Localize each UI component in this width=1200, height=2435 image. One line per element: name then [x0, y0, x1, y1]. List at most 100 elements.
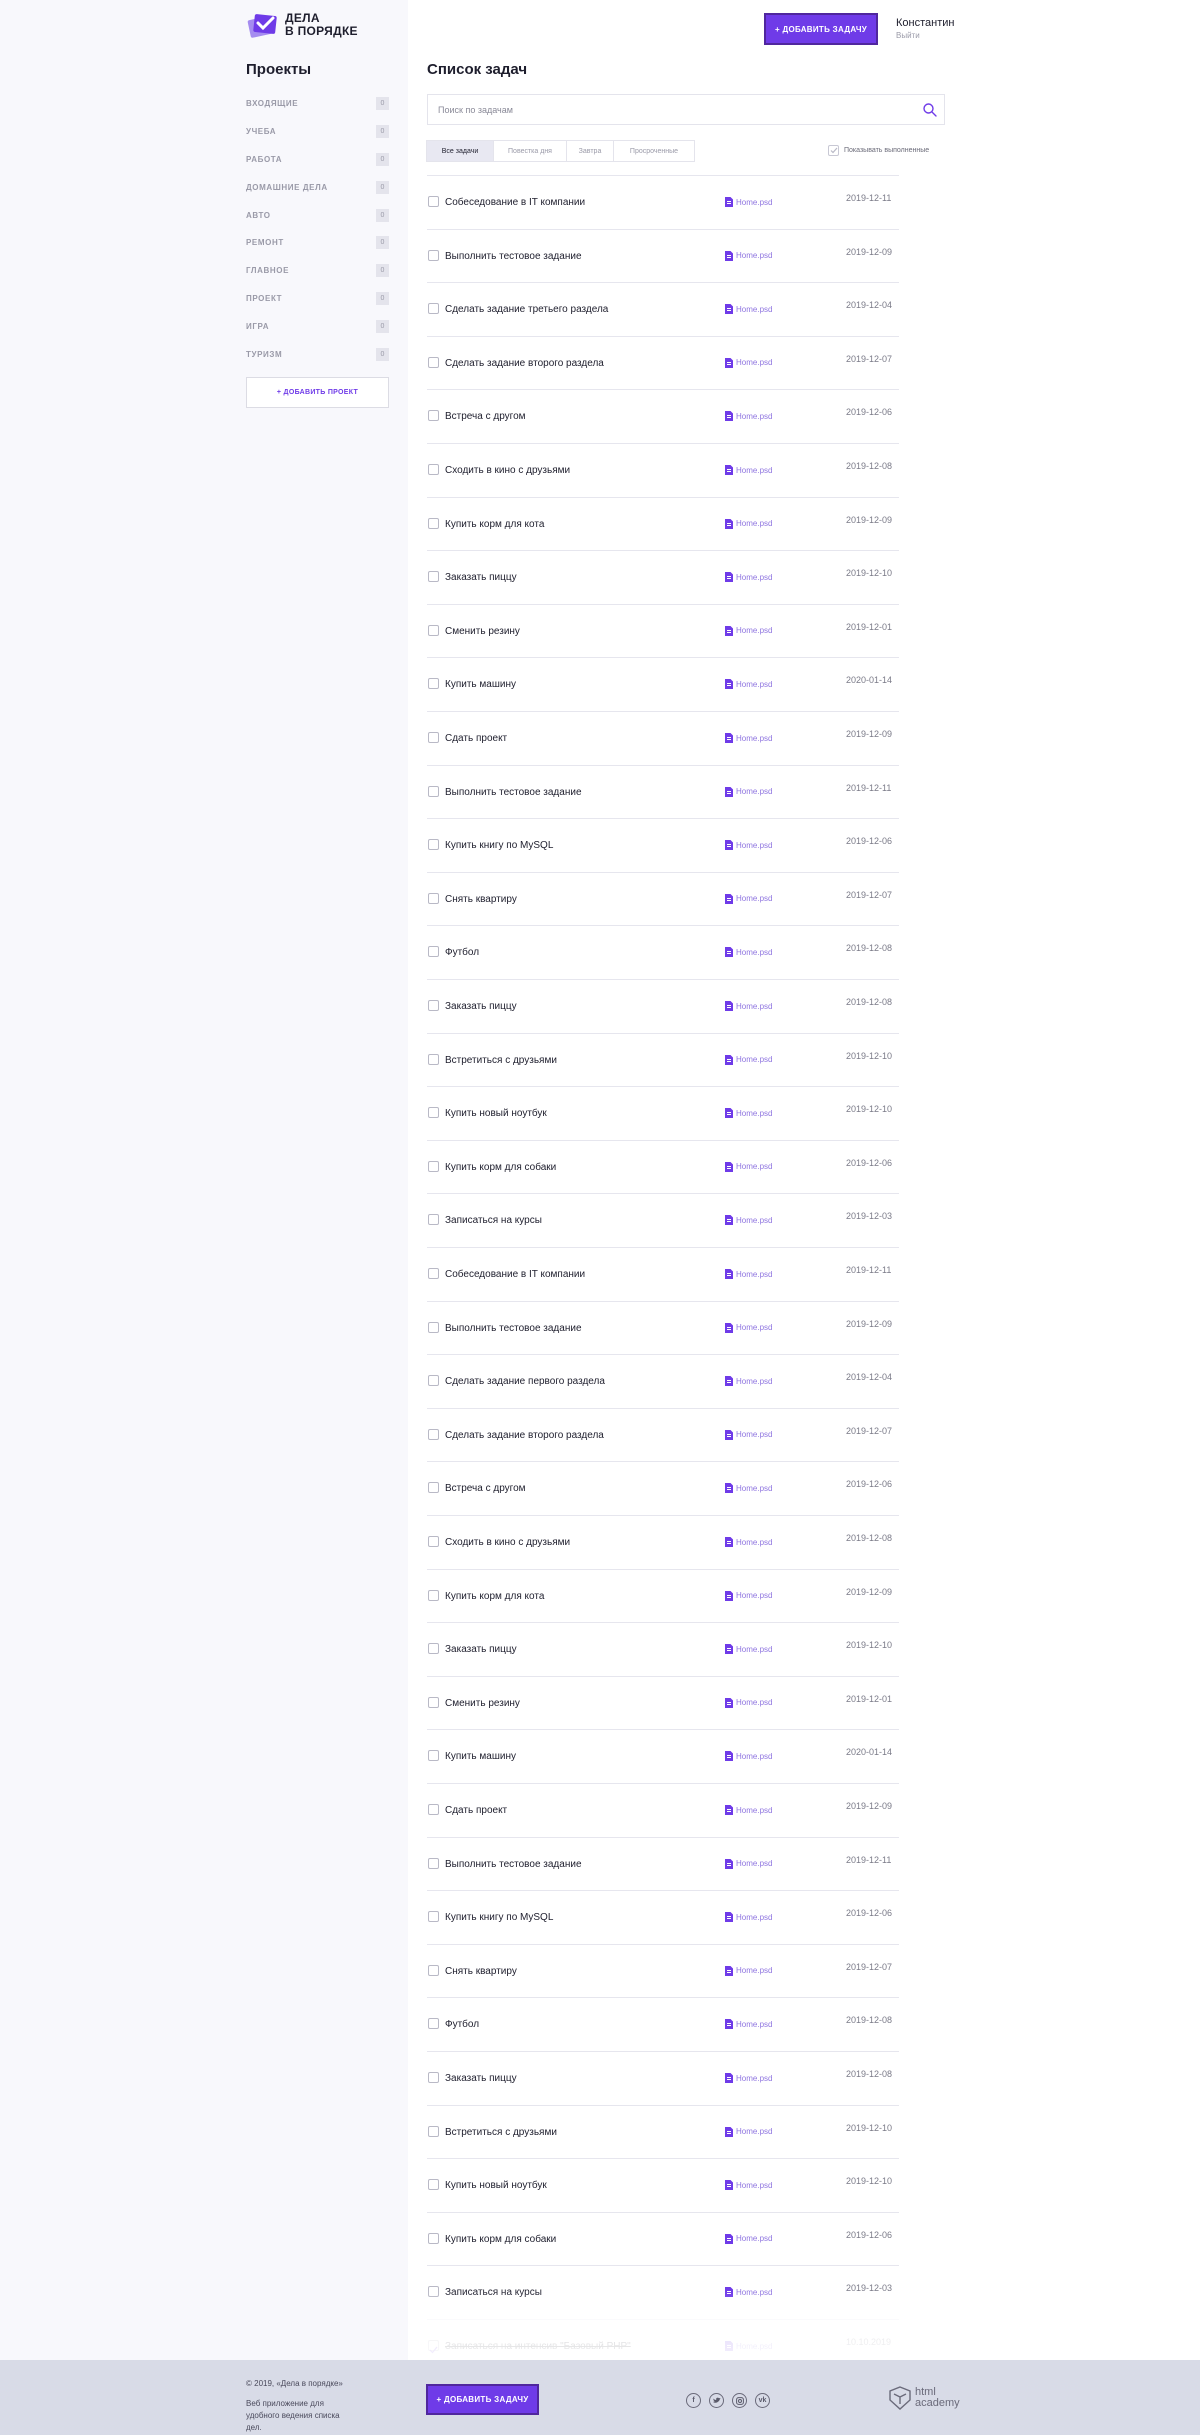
task-checkbox[interactable] — [428, 2018, 439, 2030]
task-checkbox[interactable] — [428, 2179, 439, 2191]
project-item-auto[interactable]: Авто 0 — [246, 201, 389, 229]
project-name[interactable]: Учеба — [246, 127, 276, 136]
task-row[interactable]: Сделать задание второго раздела Home.psd 2… — [427, 335, 899, 390]
task-file-link[interactable]: Home.psd — [725, 572, 772, 583]
project-name[interactable]: Туризм — [246, 350, 282, 359]
task-row[interactable]: Футбол Home.psd 2019-12-08 — [427, 1997, 899, 2051]
task-file-link[interactable]: Home.psd — [725, 1697, 772, 1708]
instagram-icon[interactable] — [732, 2393, 747, 2408]
task-row[interactable]: Записаться на курсы Home.psd 2019-12-03 — [427, 1193, 899, 1247]
task-checkbox[interactable] — [428, 1000, 439, 1011]
task-checkbox[interactable] — [428, 410, 439, 422]
task-file-link[interactable]: Home.psd — [725, 1483, 772, 1494]
task-row[interactable]: Встреча с другом Home.psd 2019-12-06 — [427, 389, 899, 443]
project-item-tourism[interactable]: Туризм 0 — [246, 340, 389, 368]
project-item-project[interactable]: Проект 0 — [246, 285, 389, 313]
task-checkbox[interactable] — [428, 1428, 439, 1440]
add-project-button[interactable]: + Добавить проект — [246, 377, 389, 408]
task-file-link[interactable]: Home.psd — [725, 357, 772, 368]
task-checkbox[interactable] — [428, 1536, 439, 1547]
task-file-link[interactable]: Home.psd — [725, 411, 772, 422]
task-row[interactable]: Выполнить тестовое задание Home.psd 2019-1… — [427, 1836, 899, 1891]
task-file-link[interactable]: Home.psd — [725, 1751, 772, 1762]
task-row[interactable]: Заказать пиццу Home.psd 2019-12-08 — [427, 979, 899, 1033]
task-file-link[interactable]: Home.psd — [725, 197, 772, 207]
project-item-game[interactable]: Игра 0 — [246, 312, 389, 340]
task-row[interactable]: Купить корм для кота Home.psd 2019-12-09 — [427, 1568, 899, 1623]
task-checkbox[interactable] — [428, 1804, 439, 1815]
task-file-link[interactable]: Home.psd — [725, 2073, 772, 2083]
task-file-link[interactable]: Home.psd — [725, 786, 772, 797]
project-item-main[interactable]: Главное 0 — [246, 257, 389, 285]
task-row[interactable]: Снять квартиру Home.psd 2019-12-07 — [427, 1943, 899, 1998]
project-name[interactable]: Главное — [246, 266, 289, 275]
task-file-link[interactable]: Home.psd — [725, 625, 772, 636]
twitter-icon[interactable] — [709, 2393, 724, 2408]
task-row[interactable]: Заказать пиццу Home.psd 2019-12-08 — [427, 2051, 899, 2105]
project-name[interactable]: Работа — [246, 155, 282, 164]
task-row[interactable]: Сделать задание второго раздела Home.psd 2… — [427, 1407, 899, 1462]
task-checkbox[interactable] — [428, 1375, 439, 1387]
task-checkbox[interactable] — [428, 2232, 439, 2244]
task-file-link[interactable]: Home.psd — [725, 1858, 772, 1869]
task-row[interactable]: Выполнить тестовое задание Home.psd 2019-1… — [427, 228, 899, 283]
search-icon[interactable] — [922, 102, 938, 118]
project-name[interactable]: Домашние дела — [246, 183, 328, 192]
task-file-link[interactable]: Home.psd — [725, 1537, 772, 1547]
task-checkbox[interactable] — [428, 196, 439, 207]
task-row[interactable]: Заказать пиццу Home.psd 2019-12-10 — [427, 1622, 899, 1676]
project-item-work[interactable]: Работа 0 — [246, 146, 389, 174]
task-row[interactable]: Купить корм для кота Home.psd 2019-12-09 — [427, 496, 899, 551]
task-file-link[interactable]: Home.psd — [725, 1644, 772, 1655]
task-row[interactable]: Встретиться с друзьями Home.psd 2019-12-10 — [427, 2104, 899, 2159]
task-row[interactable]: Сменить резину Home.psd 2019-12-01 — [427, 1675, 899, 1730]
task-checkbox[interactable] — [428, 1053, 439, 1065]
project-item-home[interactable]: Домашние дела 0 — [246, 173, 389, 201]
task-checkbox[interactable] — [428, 249, 439, 261]
task-file-link[interactable]: Home.psd — [725, 1429, 772, 1440]
task-checkbox[interactable] — [428, 1268, 439, 1279]
task-file-link[interactable]: Home.psd — [725, 1108, 772, 1119]
task-row[interactable]: Сходить в кино с друзьями Home.psd 2019-12… — [427, 443, 899, 497]
task-checkbox[interactable] — [428, 1107, 439, 1119]
task-file-link[interactable]: Home.psd — [725, 1054, 772, 1065]
task-checkbox[interactable] — [428, 839, 439, 851]
task-file-link[interactable]: Home.psd — [725, 2180, 772, 2191]
task-file-link[interactable]: Home.psd — [725, 1269, 772, 1279]
project-name[interactable]: Проект — [246, 294, 282, 303]
project-name[interactable]: Авто — [246, 211, 271, 220]
task-row[interactable]: Купить корм для собаки Home.psd 2019-12-06 — [427, 2211, 899, 2266]
task-checkbox[interactable] — [428, 1589, 439, 1601]
tab-agenda[interactable]: Повестка дня — [493, 140, 567, 162]
project-item-inbox[interactable]: Входящие 0 — [246, 90, 389, 118]
project-name[interactable]: Игра — [246, 322, 269, 331]
task-checkbox[interactable] — [428, 732, 439, 743]
task-file-link[interactable]: Home.psd — [725, 1322, 772, 1333]
task-file-link[interactable]: Home.psd — [725, 304, 772, 315]
task-checkbox[interactable] — [428, 785, 439, 797]
task-row[interactable]: Купить машину Home.psd 2020-01-14 — [427, 657, 899, 711]
task-row[interactable]: Купить книгу по MySQL Home.psd 2019-12-06 — [427, 1890, 899, 1944]
task-checkbox[interactable] — [428, 946, 439, 958]
task-row[interactable]: Заказать пиццу Home.psd 2019-12-10 — [427, 550, 899, 604]
task-checkbox[interactable] — [428, 571, 439, 583]
task-file-link[interactable]: Home.psd — [725, 947, 772, 958]
task-checkbox[interactable] — [428, 1750, 439, 1762]
tab-all-tasks[interactable]: Все задачи — [426, 140, 494, 162]
task-row[interactable]: Выполнить тестовое задание Home.psd 2019-1… — [427, 764, 899, 819]
task-row[interactable]: Снять квартиру Home.psd 2019-12-07 — [427, 871, 899, 926]
task-checkbox[interactable] — [428, 1857, 439, 1869]
vk-icon[interactable]: vk — [755, 2393, 770, 2408]
task-file-link[interactable]: Home.psd — [725, 1590, 772, 1601]
task-row[interactable]: Купить книгу по MySQL Home.psd 2019-12-06 — [427, 818, 899, 872]
facebook-icon[interactable]: f — [686, 2393, 701, 2408]
task-checkbox[interactable] — [428, 1160, 439, 1172]
project-name[interactable]: Ремонт — [246, 238, 284, 247]
task-checkbox[interactable] — [428, 1214, 439, 1226]
task-checkbox[interactable] — [428, 1911, 439, 1923]
task-row[interactable]: Встретиться с друзьями Home.psd 2019-12-10 — [427, 1032, 899, 1087]
task-checkbox[interactable] — [428, 1964, 439, 1976]
task-row[interactable]: Встреча с другом Home.psd 2019-12-06 — [427, 1461, 899, 1515]
task-checkbox[interactable] — [428, 464, 439, 475]
task-file-link[interactable]: Home.psd — [725, 840, 772, 851]
